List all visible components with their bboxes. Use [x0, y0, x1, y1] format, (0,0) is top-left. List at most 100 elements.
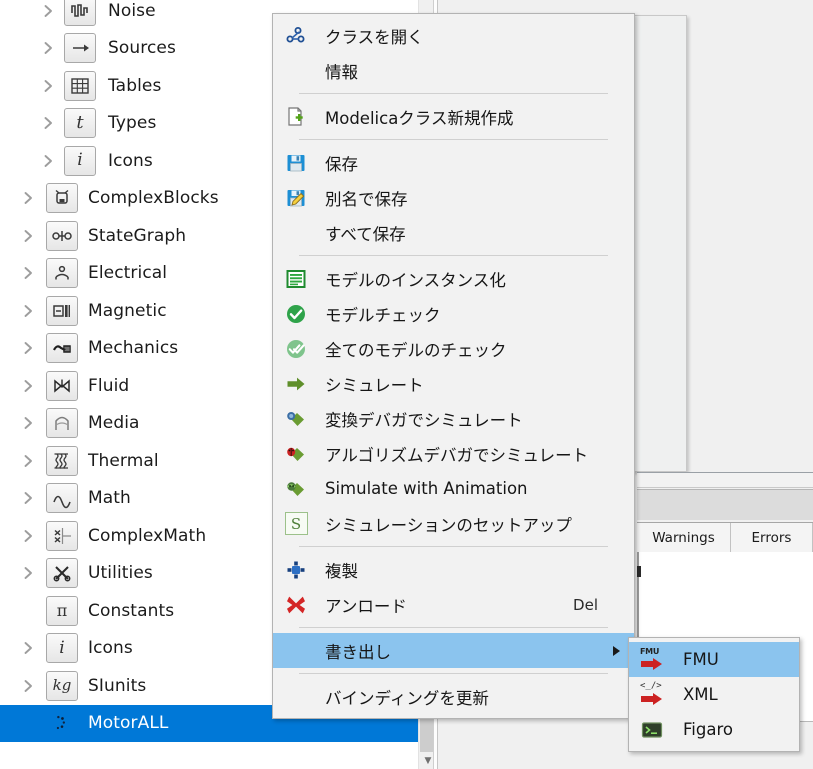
xml-icon: <_/> — [635, 678, 669, 712]
check-model-icon — [279, 297, 313, 331]
save-as-icon — [279, 181, 313, 215]
export-item-figaro[interactable]: Figaro — [629, 712, 799, 747]
tree-item-label: Sources — [108, 38, 176, 58]
magnetic-icon — [46, 295, 78, 326]
class-context-menu[interactable]: クラスを開く 情報 Modelicaクラス新規作成 保存別名で保存すべて保存モデルのイ… — [272, 13, 635, 719]
menu-item-instantiate-model[interactable]: モデルのインスタンス化 — [273, 261, 634, 296]
menu-item-label: モデルのインスタンス化 — [325, 270, 506, 290]
info-icon: i — [46, 633, 78, 663]
chevron-right-icon[interactable] — [40, 40, 56, 56]
check-all-models-icon — [279, 332, 313, 366]
menu-item-label: シミュレーションのセットアップ — [325, 515, 572, 535]
chevron-right-icon[interactable] — [20, 528, 36, 544]
menu-item-duplicate[interactable]: 複製 — [273, 552, 634, 587]
chevron-right-icon[interactable] — [40, 78, 56, 94]
menu-item-item-23[interactable]: バインディングを更新 — [273, 679, 634, 714]
tree-item-label: ComplexMath — [88, 525, 207, 546]
export-item-label: FMU — [683, 650, 719, 669]
chevron-right-icon[interactable] — [20, 378, 36, 394]
chevron-right-icon[interactable] — [20, 265, 36, 281]
menu-item-label: 書き出し — [325, 642, 391, 662]
tree-item-label: Constants — [88, 600, 175, 621]
menu-item-shortcut: Del — [573, 595, 598, 614]
chevron-right-icon[interactable] — [20, 565, 36, 581]
menu-item-check-all-models[interactable]: 全てのモデルのチェック — [273, 331, 634, 366]
export-item-xml[interactable]: <_/> XML — [629, 677, 799, 712]
simulate-arrow-icon — [279, 367, 313, 401]
export-item-label: Figaro — [683, 720, 733, 739]
export-item-label: XML — [683, 685, 718, 704]
chevron-right-icon[interactable] — [20, 678, 36, 694]
menu-item-simulate-animation[interactable]: Simulate with Animation — [273, 471, 634, 506]
menu-separator — [299, 255, 608, 256]
menu-item-unload[interactable]: アンロード Del — [273, 587, 634, 622]
column-header-errors[interactable]: Errors — [731, 523, 813, 553]
submenu-arrow-icon — [613, 645, 620, 656]
chevron-right-icon[interactable] — [40, 115, 56, 131]
stategraph-icon — [46, 220, 78, 251]
tree-item-label: SIunits — [88, 675, 147, 696]
menu-item-item-7[interactable]: すべて保存 — [273, 215, 634, 250]
tree-item-label: Types — [108, 113, 157, 133]
chevron-right-icon[interactable] — [20, 303, 36, 319]
menu-item-save-as[interactable]: 別名で保存 — [273, 180, 634, 215]
menu-item-item-21[interactable]: 書き出し — [273, 633, 634, 668]
tree-item-label: Media — [88, 413, 140, 433]
menu-item-simulate-transformational-debugger[interactable]: 変換デバガでシミュレート — [273, 401, 634, 436]
mechanics-icon — [46, 333, 78, 363]
menu-item-label: 全てのモデルのチェック — [325, 340, 507, 360]
chevron-right-icon[interactable] — [20, 490, 36, 506]
menu-item-open-class[interactable]: クラスを開く — [273, 18, 634, 53]
chevron-right-icon[interactable] — [20, 640, 36, 656]
chevron-right-icon[interactable] — [20, 228, 36, 244]
tree-item-label: Mechanics — [88, 338, 179, 358]
math-icon — [46, 483, 78, 513]
chevron-right-icon[interactable] — [20, 415, 36, 431]
thermal-icon — [46, 445, 78, 476]
complexmath-icon — [46, 520, 78, 551]
simulate-algorithmic-debugger-icon — [279, 437, 313, 471]
types-icon: t — [64, 108, 96, 138]
complexblocks-icon — [46, 183, 78, 213]
menu-item-simulation-setup[interactable]: S シミュレーションのセットアップ — [273, 506, 634, 541]
chevron-right-icon[interactable] — [20, 190, 36, 206]
tree-item-label: StateGraph — [88, 225, 187, 246]
save-icon — [279, 146, 313, 180]
menu-item-check-model[interactable]: モデルチェック — [273, 296, 634, 331]
menu-item-label: Simulate with Animation — [325, 479, 528, 498]
menu-item-save[interactable]: 保存 — [273, 145, 634, 180]
tree-item-label: Icons — [108, 150, 153, 171]
noise-icon — [64, 0, 96, 26]
menu-item-new-modelica-class[interactable]: Modelicaクラス新規作成 — [273, 99, 634, 134]
menu-item-label: すべて保存 — [325, 224, 406, 244]
chevron-right-icon[interactable] — [20, 340, 36, 356]
messages-panel-marker — [637, 566, 641, 577]
unload-icon — [279, 588, 313, 622]
tree-item-label: Math — [88, 488, 131, 508]
utilities-icon — [46, 558, 78, 588]
menu-item-label: 複製 — [325, 561, 358, 581]
simulation-setup-icon: S — [279, 507, 313, 541]
fmu-icon: FMU — [635, 643, 669, 677]
tree-item-label: Icons — [88, 638, 133, 658]
menu-separator — [299, 546, 608, 547]
menu-item-simulate-arrow[interactable]: シミュレート — [273, 366, 634, 401]
tree-item-label: ComplexBlocks — [88, 188, 219, 208]
chevron-right-icon[interactable] — [20, 453, 36, 469]
tree-item-label: Magnetic — [88, 300, 167, 321]
column-header-warnings[interactable]: Warnings — [637, 523, 731, 553]
pi-icon: π — [46, 595, 78, 626]
new-modelica-class-icon — [279, 100, 313, 134]
tree-item-label: Fluid — [88, 375, 130, 396]
menu-separator — [299, 139, 608, 140]
menu-item-label: アンロード — [325, 596, 407, 616]
menu-item-item-1[interactable]: 情報 — [273, 53, 634, 88]
export-submenu[interactable]: FMU FMU <_/> XML Figaro — [628, 637, 800, 752]
export-item-fmu[interactable]: FMU FMU — [629, 642, 799, 677]
chevron-right-icon[interactable] — [40, 3, 56, 19]
menu-item-label: 別名で保存 — [325, 189, 408, 209]
menu-item-label: モデルチェック — [325, 305, 441, 325]
chevron-right-icon[interactable] — [40, 153, 56, 169]
menu-separator — [299, 93, 608, 94]
menu-item-simulate-algorithmic-debugger[interactable]: アルゴリズムデバガでシミュレート — [273, 436, 634, 471]
